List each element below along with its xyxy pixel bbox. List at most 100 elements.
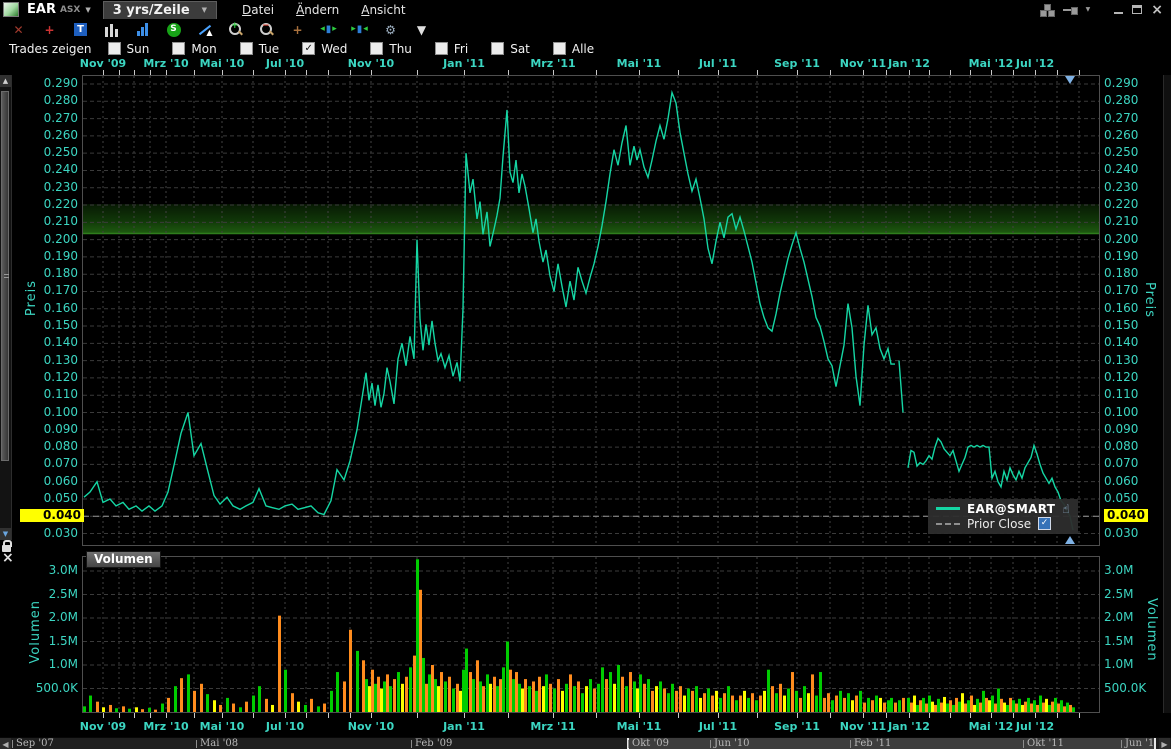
- symbol-label[interactable]: EAR: [27, 2, 56, 17]
- price-tick-label: 0.130: [20, 354, 78, 367]
- date-label: Mai '11: [617, 57, 662, 70]
- horizontal-scrollbar-thumb[interactable]: [627, 738, 1156, 749]
- close-button[interactable]: ×: [1151, 4, 1163, 16]
- day-checkbox-fri[interactable]: [435, 42, 448, 55]
- month-tick: [1057, 70, 1058, 75]
- volume-axis-title-right: Volumen: [1144, 598, 1159, 662]
- day-filter-wed: ✓Wed: [302, 42, 347, 56]
- app-icon: [3, 2, 19, 17]
- day-label: Alle: [572, 42, 594, 56]
- last-bar-marker-bottom-icon[interactable]: [1065, 536, 1075, 544]
- horizontal-scrollbar[interactable]: ◀ ▶ Sep '07Mai '08Feb '09Okt '09Jun '10F…: [0, 737, 1171, 749]
- legend[interactable]: EAR@SMART ☝ Prior Close ✓: [928, 499, 1078, 534]
- price-tick-label: 0.140: [1104, 336, 1138, 349]
- month-tick: [508, 70, 509, 75]
- day-checkbox-mon[interactable]: [172, 42, 185, 55]
- month-tick: [991, 70, 992, 75]
- titlebar: EAR ASX ▼ 3 yrs/Zeile ▼ Datei Ändern Ans…: [0, 0, 1171, 19]
- month-tick: [863, 70, 864, 75]
- date-label: Mai '12: [969, 720, 1014, 733]
- vertical-scrollbar[interactable]: ▲ ▼: [0, 75, 12, 540]
- date-label: Mai '10: [200, 57, 245, 70]
- right-scrollbar-track[interactable]: [1163, 75, 1171, 713]
- minimize-button[interactable]: [1114, 12, 1123, 14]
- volume-tick-label: 1.5M: [1104, 635, 1133, 648]
- collapse-horizontal-icon[interactable]: ▸▮◂: [350, 21, 369, 38]
- price-tick-label: 0.090: [1104, 423, 1138, 436]
- toolbar: ✕+TS▲+−+◂▮▸▸▮◂⚙▼: [0, 19, 1171, 40]
- day-label: Tue: [259, 42, 280, 56]
- bar-chart-icon[interactable]: [133, 21, 152, 38]
- scroll-right-button[interactable]: ▶: [1159, 738, 1170, 749]
- candlestick-chart-icon[interactable]: [102, 21, 121, 38]
- date-label: Mai '12: [969, 57, 1014, 70]
- date-label: Sep '11: [774, 720, 820, 733]
- day-label: Sat: [510, 42, 530, 56]
- menu-ansicht[interactable]: Ansicht: [361, 3, 405, 17]
- price-tick-label: 0.200: [1104, 233, 1138, 246]
- scrollbar-date-tick: [850, 740, 851, 748]
- menu-datei[interactable]: Datei: [242, 3, 274, 17]
- month-tick: [371, 70, 372, 75]
- hand-icon[interactable]: ☝: [1062, 502, 1069, 516]
- day-checkbox-sat[interactable]: [491, 42, 504, 55]
- crosshair-icon[interactable]: +: [40, 21, 59, 38]
- day-checkbox-alle[interactable]: [553, 42, 566, 55]
- month-tick: [678, 713, 679, 718]
- month-tick: [150, 713, 151, 718]
- month-tick: [350, 713, 351, 718]
- month-tick: [306, 713, 307, 718]
- month-tick: [103, 713, 104, 718]
- volume-chart[interactable]: [82, 556, 1100, 713]
- month-tick: [306, 70, 307, 75]
- expand-horizontal-icon[interactable]: ◂▮▸: [319, 21, 338, 38]
- menu-aendern[interactable]: Ändern: [296, 3, 339, 17]
- smart-badge-icon[interactable]: S: [164, 21, 183, 38]
- volume-tick-label: 3.0M: [1104, 564, 1133, 577]
- month-tick: [285, 713, 286, 718]
- scroll-up-button[interactable]: ▲: [0, 75, 11, 87]
- day-checkbox-tue[interactable]: [240, 42, 253, 55]
- day-checkbox-sun[interactable]: [108, 42, 121, 55]
- scroll-down-button[interactable]: ▼: [0, 528, 11, 540]
- zoom-in-icon[interactable]: +: [226, 21, 245, 38]
- period-selector[interactable]: 3 yrs/Zeile ▼: [103, 1, 217, 19]
- prior-close-checkbox[interactable]: ✓: [1038, 517, 1051, 530]
- month-tick: [909, 70, 910, 75]
- day-checkbox-thu[interactable]: [370, 42, 383, 55]
- volume-tick-label: 2.5M: [1104, 588, 1133, 601]
- day-checkbox-wed[interactable]: ✓: [302, 42, 315, 55]
- text-tool-icon[interactable]: T: [71, 21, 90, 38]
- date-label: Nov '10: [348, 720, 394, 733]
- month-tick: [1035, 713, 1036, 718]
- month-tick: [970, 713, 971, 718]
- month-tick: [417, 713, 418, 718]
- group-icon[interactable]: [1040, 4, 1054, 16]
- price-tick-label: 0.110: [1104, 388, 1138, 401]
- more-dropdown-icon[interactable]: ▼: [412, 21, 431, 38]
- price-tick-label: 0.230: [1104, 181, 1138, 194]
- trend-line-icon[interactable]: ▲: [195, 21, 214, 38]
- delete-icon[interactable]: ✕: [9, 21, 28, 38]
- zoom-out-icon[interactable]: −: [257, 21, 276, 38]
- dashed-crosshair-icon[interactable]: +: [288, 21, 307, 38]
- price-chart[interactable]: [82, 75, 1100, 546]
- last-bar-marker-top-icon[interactable]: [1065, 76, 1075, 84]
- symbol-dropdown-caret-icon[interactable]: ▼: [85, 6, 90, 14]
- price-tick-label: 0.250: [20, 146, 78, 159]
- close-panel-icon[interactable]: ×: [2, 551, 14, 565]
- settings-wrench-icon[interactable]: ⚙: [381, 21, 400, 38]
- scroll-left-button[interactable]: ◀: [0, 738, 11, 749]
- month-tick: [222, 713, 223, 718]
- month-tick: [119, 70, 120, 75]
- month-tick: [222, 70, 223, 75]
- maximize-button[interactable]: [1132, 5, 1142, 14]
- trades-row-label: Trades zeigen: [9, 42, 92, 56]
- date-label: Jan '11: [443, 57, 485, 70]
- pin-icon[interactable]: [1063, 5, 1077, 15]
- day-filter-sun: Sun: [108, 42, 150, 56]
- pin-dropdown-caret-icon[interactable]: ▼: [1086, 6, 1091, 13]
- price-tick-label: 0.210: [1104, 215, 1138, 228]
- day-filter-thu: Thu: [370, 42, 412, 56]
- vertical-scrollbar-thumb[interactable]: [1, 91, 9, 461]
